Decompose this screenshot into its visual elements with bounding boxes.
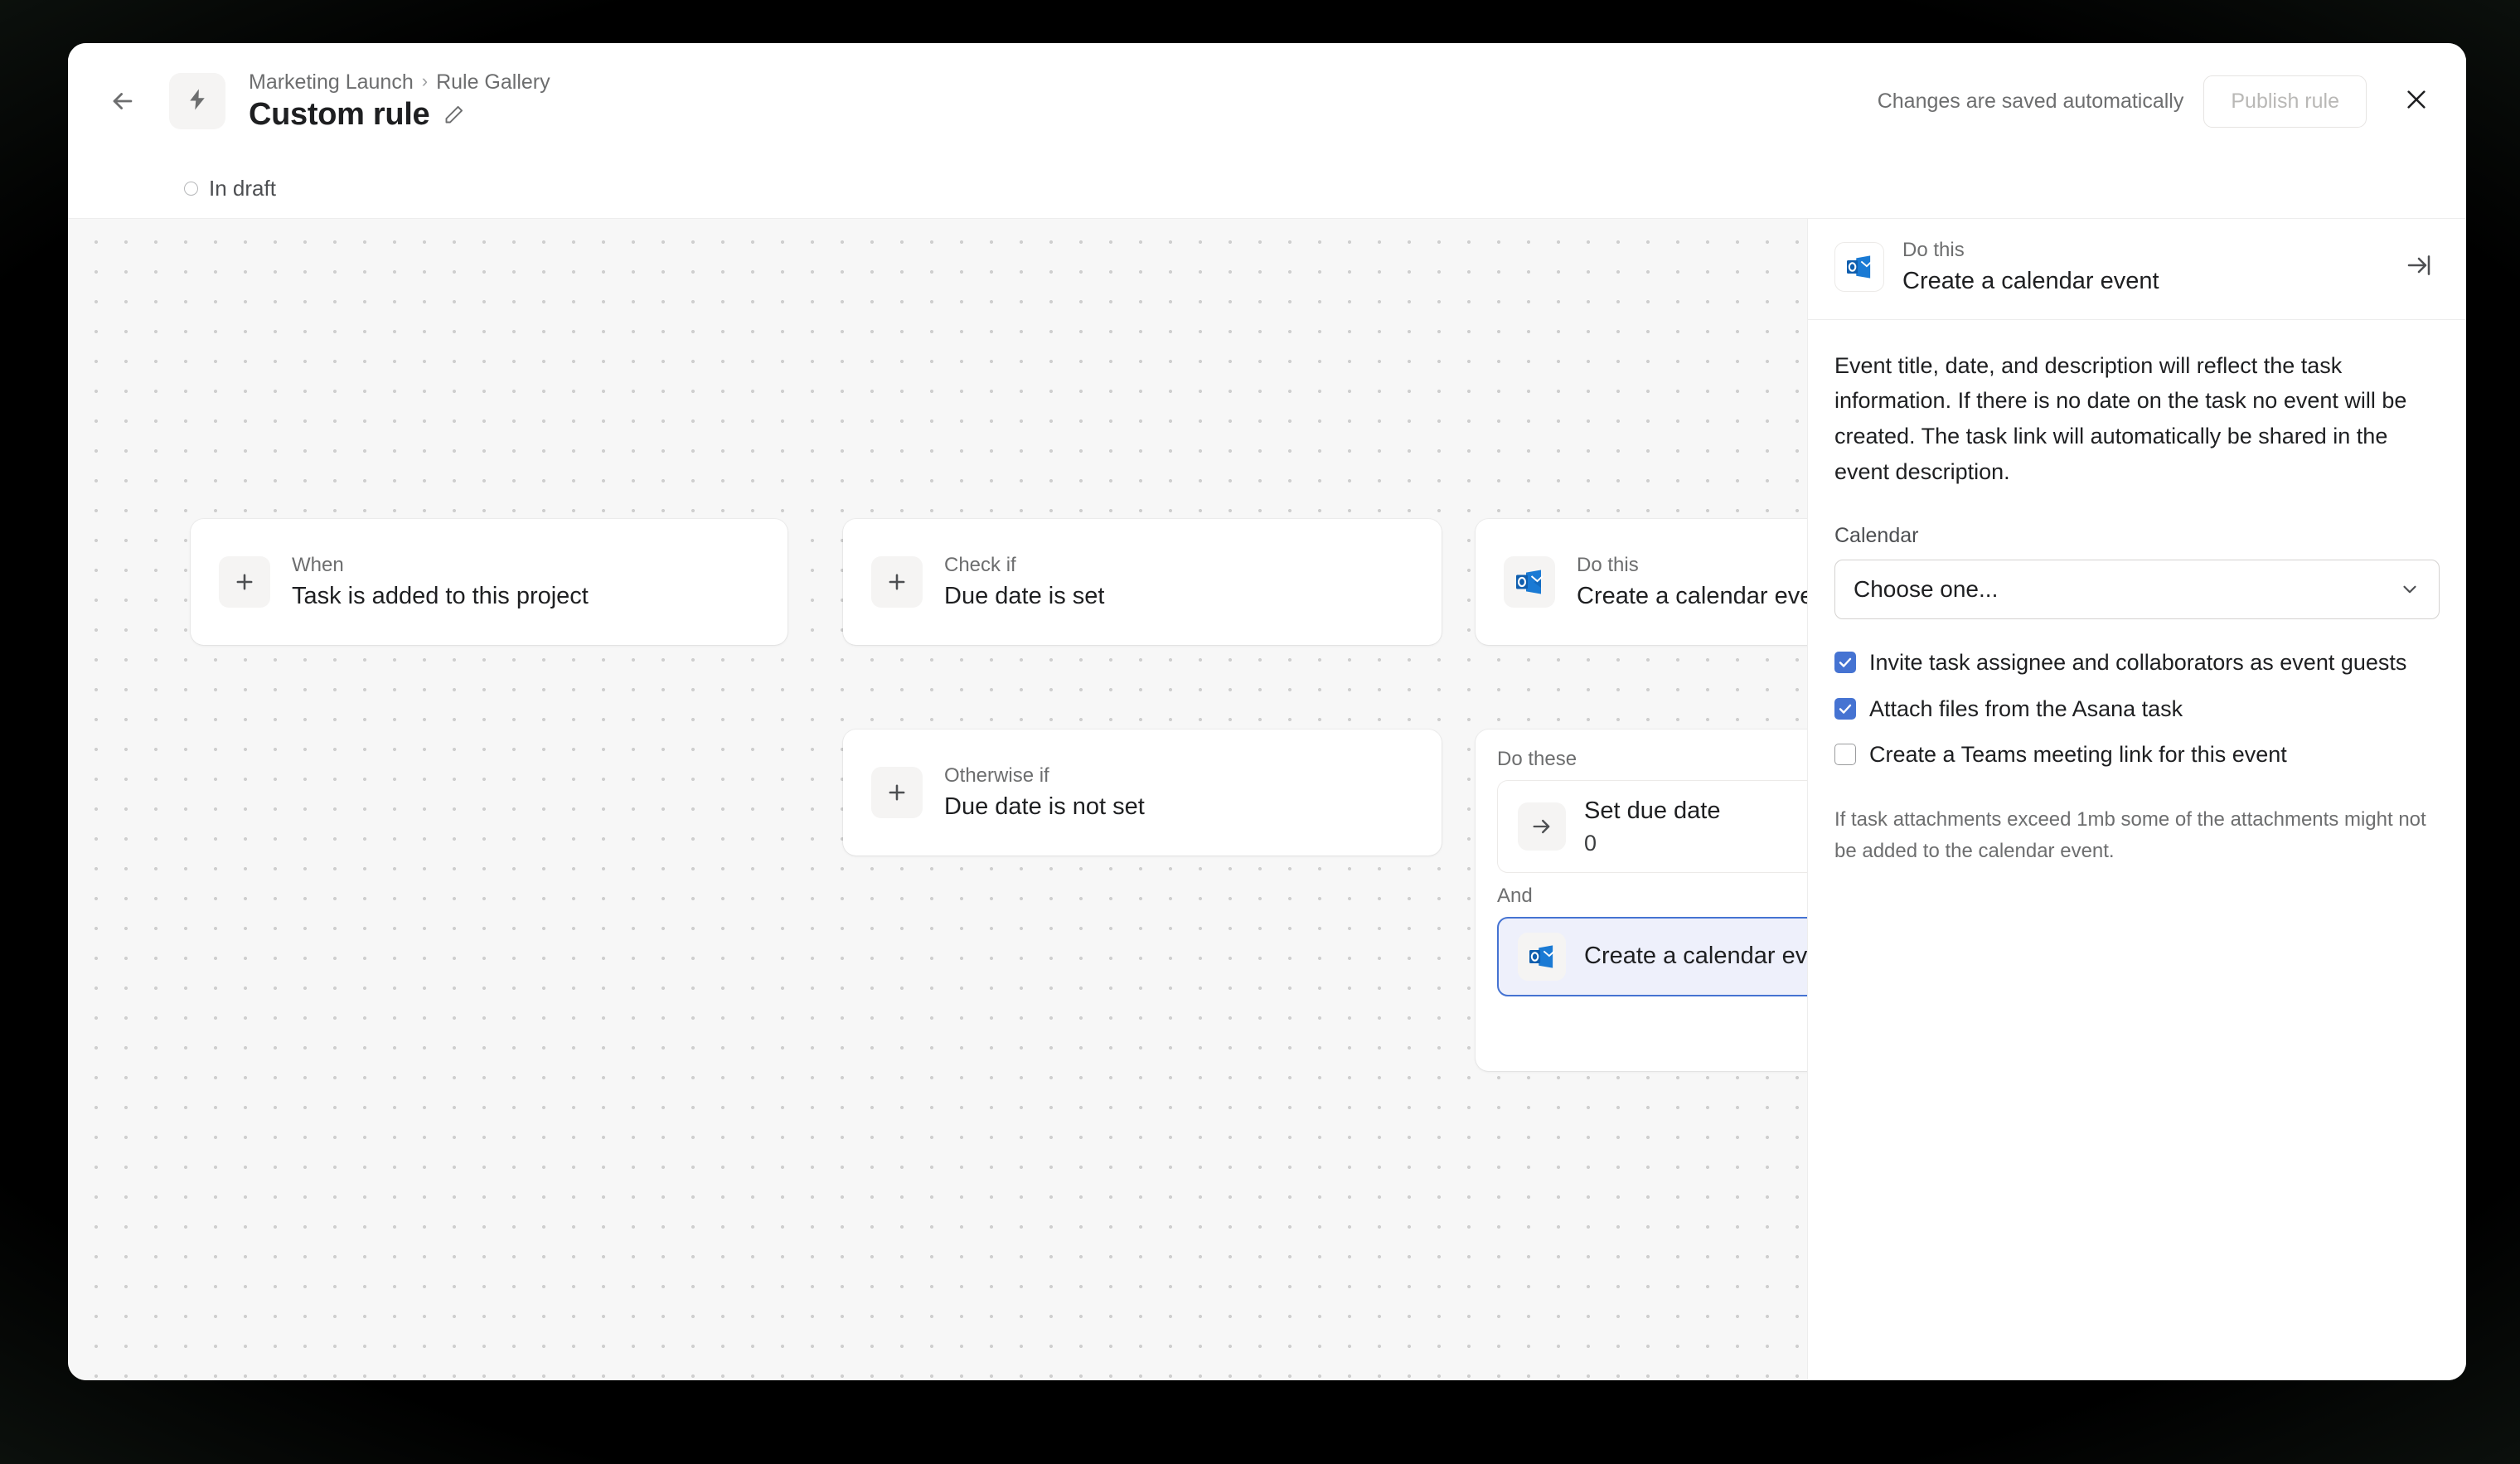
checkbox-unchecked-icon[interactable]	[1834, 744, 1856, 766]
plus-icon[interactable]	[219, 556, 270, 608]
breadcrumb-separator-icon: ›	[421, 70, 429, 92]
plus-icon[interactable]	[871, 767, 923, 818]
node-label: Due date is set	[944, 582, 1105, 609]
action-text: Set due date 0	[1584, 797, 1720, 856]
action-details-panel: Do this Create a calendar event Event ti…	[1807, 219, 2466, 1380]
group-kicker: Do these	[1497, 748, 1577, 770]
autosave-status: Changes are saved automatically	[1877, 89, 2184, 113]
status-label: In draft	[209, 176, 276, 201]
group-and-label: And	[1497, 884, 1533, 907]
node-check-if[interactable]: Check if Due date is set	[843, 519, 1442, 645]
chevron-down-icon	[2399, 579, 2421, 600]
breadcrumb: Marketing Launch › Rule Gallery	[249, 70, 550, 95]
rule-canvas[interactable]: When Task is added to this project Check…	[68, 219, 1807, 1380]
node-kicker: Do this	[1577, 553, 1639, 576]
node-text: Otherwise if Due date is not set	[944, 764, 1145, 822]
checkbox-label: Attach files from the Asana task	[1869, 696, 2183, 721]
checkbox-checked-icon[interactable]	[1834, 652, 1856, 674]
calendar-select-value: Choose one...	[1854, 576, 1999, 603]
panel-header-text: Do this Create a calendar event	[1902, 239, 2159, 296]
body-area: When Task is added to this project Check…	[68, 219, 2466, 1380]
node-label: Create a calendar event	[1577, 582, 1807, 609]
checkbox-teams-meeting-link[interactable]: Create a Teams meeting link for this eve…	[1834, 741, 2440, 768]
options-checkbox-group: Invite task assignee and collaborators a…	[1834, 649, 2440, 768]
status-bar: In draft	[68, 159, 2466, 219]
panel-header: Do this Create a calendar event	[1808, 219, 2466, 320]
node-text: When Task is added to this project	[292, 554, 589, 611]
publish-rule-button[interactable]: Publish rule	[2203, 75, 2367, 128]
node-label: Task is added to this project	[292, 582, 589, 609]
node-kicker: Check if	[944, 553, 1016, 576]
title-block: Marketing Launch › Rule Gallery Custom r…	[249, 70, 550, 133]
panel-description: Event title, date, and description will …	[1834, 352, 2407, 484]
status-badge: In draft	[184, 176, 276, 201]
action-create-calendar-event[interactable]: Create a calendar event	[1497, 916, 1807, 996]
action-title: Create a calendar event	[1584, 943, 1807, 970]
plus-icon[interactable]	[871, 556, 923, 608]
page-title: Custom rule	[249, 96, 430, 132]
node-do-this[interactable]: Do this Create a calendar event	[1476, 519, 1807, 645]
calendar-select[interactable]: Choose one...	[1834, 560, 2440, 620]
pencil-icon[interactable]	[443, 104, 465, 126]
arrow-left-icon	[109, 87, 137, 115]
rule-bolt-badge	[169, 73, 225, 129]
close-icon	[2403, 86, 2430, 117]
node-text: Do this Create a calendar event	[1577, 554, 1807, 611]
node-when[interactable]: When Task is added to this project	[191, 519, 788, 645]
outlook-icon	[1504, 556, 1555, 608]
node-kicker: When	[292, 553, 344, 576]
arrow-right-icon	[1518, 802, 1566, 851]
collapse-panel-button[interactable]	[2398, 246, 2440, 288]
action-set-due-date[interactable]: Set due date 0	[1497, 779, 1807, 873]
outlook-icon	[1518, 932, 1566, 981]
checkbox-attach-files[interactable]: Attach files from the Asana task	[1834, 696, 2440, 722]
outlook-icon	[1834, 242, 1884, 293]
node-kicker: Otherwise if	[944, 764, 1049, 787]
panel-body: Event title, date, and description will …	[1808, 320, 2466, 866]
action-value: 0	[1584, 830, 1597, 856]
back-button[interactable]	[99, 78, 146, 124]
lightning-bolt-icon	[185, 85, 210, 118]
checkbox-checked-icon[interactable]	[1834, 697, 1856, 720]
calendar-field-label: Calendar	[1834, 524, 1919, 548]
node-label: Due date is not set	[944, 793, 1145, 820]
action-text: Create a calendar event	[1584, 942, 1807, 971]
close-button[interactable]	[2395, 80, 2438, 123]
checkbox-label: Create a Teams meeting link for this eve…	[1869, 742, 2287, 767]
app-window: Marketing Launch › Rule Gallery Custom r…	[68, 43, 2466, 1380]
connector-lines	[68, 219, 317, 343]
circle-outline-icon	[184, 182, 198, 196]
node-group-do-these[interactable]: Do these Set due date 0 And Create a cal…	[1476, 730, 1807, 1071]
panel-footnote: If task attachments exceed 1mb some of t…	[1834, 808, 2426, 862]
collapse-right-icon	[2406, 252, 2432, 283]
node-otherwise-if[interactable]: Otherwise if Due date is not set	[843, 730, 1442, 856]
node-text: Check if Due date is set	[944, 554, 1104, 611]
top-bar: Marketing Launch › Rule Gallery Custom r…	[68, 43, 2466, 159]
checkbox-label: Invite task assignee and collaborators a…	[1869, 650, 2407, 676]
checkbox-invite-guests[interactable]: Invite task assignee and collaborators a…	[1834, 649, 2440, 676]
breadcrumb-section[interactable]: Rule Gallery	[436, 70, 550, 95]
breadcrumb-project[interactable]: Marketing Launch	[249, 70, 414, 95]
action-title: Set due date	[1584, 797, 1721, 824]
panel-kicker: Do this	[1902, 239, 1965, 261]
rule-title-row: Custom rule	[249, 97, 550, 133]
top-bar-actions: Changes are saved automatically Publish …	[1878, 75, 2438, 128]
panel-title: Create a calendar event	[1902, 267, 2159, 294]
